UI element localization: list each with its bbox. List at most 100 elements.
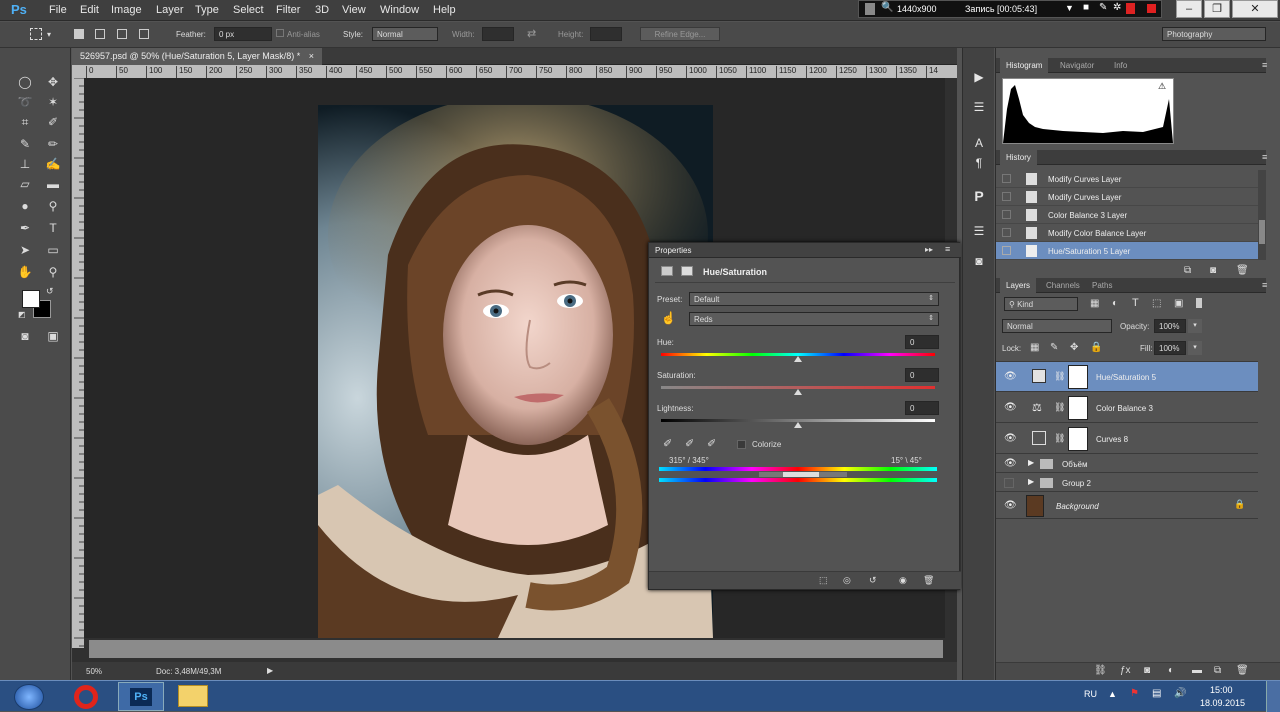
clip-to-layer-icon[interactable]: ⬚ <box>819 575 828 586</box>
clock-date[interactable]: 18.09.2015 <box>1200 698 1245 708</box>
chain-link-icon[interactable]: ⛓ <box>1054 433 1065 444</box>
paragraph-icon[interactable]: ¶ <box>969 156 989 172</box>
list-icon[interactable]: ☰ <box>969 224 989 240</box>
new-document-from-state-icon[interactable]: ⧉ <box>1184 265 1191 276</box>
history-item[interactable]: Color Balance 3 Layer <box>996 206 1258 224</box>
saturation-input[interactable]: 0 <box>905 368 939 382</box>
menu-view[interactable]: View <box>342 4 366 16</box>
layer-name[interactable]: Group 2 <box>1062 479 1091 488</box>
tab-history[interactable]: History <box>1000 150 1037 165</box>
panel-menu-icon[interactable]: ≡ <box>1262 152 1267 162</box>
swap-colors-icon[interactable]: ↺ <box>46 286 54 297</box>
menu-filter[interactable]: Filter <box>276 4 300 16</box>
brush-presets-icon[interactable]: ◙ <box>969 254 989 270</box>
layer-row[interactable]: 👁 ⛓ Curves 8 <box>996 424 1258 454</box>
mask-icon[interactable] <box>681 266 693 276</box>
reset-icon[interactable]: ↺ <box>869 575 877 586</box>
layer-name[interactable]: Hue/Saturation 5 <box>1096 373 1156 382</box>
workspace-select[interactable]: Photography <box>1162 27 1266 41</box>
filter-kind-select[interactable]: ⚲ Kind <box>1004 297 1078 311</box>
marquee-icon[interactable]: ◯ <box>16 74 34 90</box>
eyedropper-minus-icon[interactable]: ✐ <box>707 437 716 450</box>
history-item[interactable]: Modify Color Balance Layer <box>996 224 1258 242</box>
minimize-button[interactable]: – <box>1176 0 1202 18</box>
filter-type-icon[interactable]: T <box>1132 297 1139 309</box>
history-item[interactable]: Modify Curves Layer <box>996 170 1258 188</box>
layer-row-selected[interactable]: 👁 ⛓ Hue/Saturation 5 <box>996 362 1258 392</box>
history-snapshot-checkbox[interactable] <box>1002 174 1011 183</box>
swap-icon[interactable]: ⇄ <box>527 27 536 40</box>
history-scrollbar[interactable] <box>1258 170 1266 260</box>
tab-paths[interactable]: Paths <box>1086 278 1118 293</box>
zoom-level[interactable]: 50% <box>86 667 102 676</box>
trash-icon[interactable]: 🗑 <box>923 575 934 586</box>
saturation-slider-thumb[interactable] <box>794 389 802 395</box>
status-menu-arrow-icon[interactable]: ▶ <box>267 666 273 675</box>
tab-histogram[interactable]: Histogram <box>1000 58 1049 73</box>
tab-info[interactable]: Info <box>1108 58 1133 73</box>
menu-layer[interactable]: Layer <box>156 4 184 16</box>
menu-type[interactable]: Type <box>195 4 219 16</box>
fx-icon[interactable]: ƒx <box>1120 665 1131 676</box>
style-select[interactable]: Normal <box>372 27 438 41</box>
background-thumbnail[interactable] <box>1026 495 1044 517</box>
stop-record-icon[interactable] <box>1147 4 1156 13</box>
add-mask-icon[interactable]: ◙ <box>1144 665 1150 676</box>
history-brush-icon[interactable]: ✍ <box>44 156 62 172</box>
pause-icon[interactable]: ■ <box>1083 2 1089 13</box>
rectangle-tool-icon[interactable]: ▭ <box>44 242 62 258</box>
menu-help[interactable]: Help <box>433 4 456 16</box>
close-tab-icon[interactable]: × <box>309 51 314 61</box>
history-snapshot-checkbox[interactable] <box>1002 246 1011 255</box>
show-desktop-button[interactable] <box>1266 681 1280 712</box>
history-item-selected[interactable]: Hue/Saturation 5 Layer <box>996 242 1258 260</box>
warning-icon[interactable]: ⚠ <box>1158 81 1166 92</box>
view-previous-icon[interactable]: ◎ <box>843 575 851 586</box>
intersect-selection-icon[interactable] <box>139 29 149 39</box>
actions-icon[interactable]: ☰ <box>969 100 989 116</box>
chevron-down-icon[interactable]: ▾ <box>47 30 51 39</box>
tray-expand-icon[interactable]: ▲ <box>1108 689 1117 699</box>
screen-mode-icon[interactable]: ▣ <box>44 328 62 344</box>
menu-window[interactable]: Window <box>380 4 419 16</box>
channel-select[interactable]: Reds ⇕ <box>689 312 939 326</box>
horizontal-scrollbar[interactable] <box>89 640 943 658</box>
photoshop-taskbar-button[interactable]: Ps <box>118 682 164 711</box>
opera-icon[interactable] <box>74 685 98 709</box>
new-selection-icon[interactable] <box>74 29 84 39</box>
menu-edit[interactable]: Edit <box>80 4 99 16</box>
menu-image[interactable]: Image <box>111 4 142 16</box>
layer-group-row[interactable]: ▶ Group 2 <box>996 474 1258 492</box>
colorize-checkbox[interactable] <box>737 440 746 449</box>
chain-link-icon[interactable]: ⛓ <box>1054 402 1065 413</box>
visibility-eye-icon[interactable]: 👁 <box>1004 500 1017 511</box>
layer-row-background[interactable]: 👁 Background 🔒 <box>996 493 1258 519</box>
refine-edge-button[interactable]: Refine Edge... <box>640 27 720 41</box>
new-group-icon[interactable]: ▬ <box>1192 665 1202 676</box>
layer-mask-thumbnail[interactable] <box>1068 427 1088 451</box>
menu-3d[interactable]: 3D <box>315 4 329 16</box>
move-icon[interactable]: ✥ <box>44 74 62 90</box>
visibility-eye-icon[interactable]: 👁 <box>1004 433 1017 444</box>
lock-transparent-icon[interactable]: ▦ <box>1030 342 1039 353</box>
crop-icon[interactable]: ⌗ <box>16 114 34 130</box>
layer-name[interactable]: Background <box>1056 502 1099 511</box>
history-snapshot-checkbox[interactable] <box>1002 192 1011 201</box>
lasso-icon[interactable]: ➰ <box>16 94 34 110</box>
play-icon[interactable]: ▶ <box>969 70 989 86</box>
group-expand-arrow-icon[interactable]: ▶ <box>1028 477 1034 486</box>
group-expand-arrow-icon[interactable]: ▶ <box>1028 458 1034 467</box>
new-adjustment-icon[interactable]: ◐ <box>1168 665 1174 676</box>
chain-link-icon[interactable]: ⛓ <box>1054 371 1065 382</box>
marquee-tool-icon[interactable] <box>30 28 42 40</box>
hue-slider-thumb[interactable] <box>794 356 802 362</box>
visibility-eye-icon[interactable]: 👁 <box>1004 402 1017 413</box>
lightness-slider-thumb[interactable] <box>794 422 802 428</box>
tab-channels[interactable]: Channels <box>1040 278 1086 293</box>
layer-mask-thumbnail[interactable] <box>1068 396 1088 420</box>
fill-dropdown-icon[interactable]: ▾ <box>1188 341 1202 355</box>
explorer-folder-icon[interactable] <box>178 685 208 707</box>
filter-adjustment-icon[interactable]: ◐ <box>1112 298 1118 309</box>
history-scroll-thumb[interactable] <box>1259 220 1265 244</box>
zoom-icon[interactable]: 🔍 <box>881 2 893 13</box>
